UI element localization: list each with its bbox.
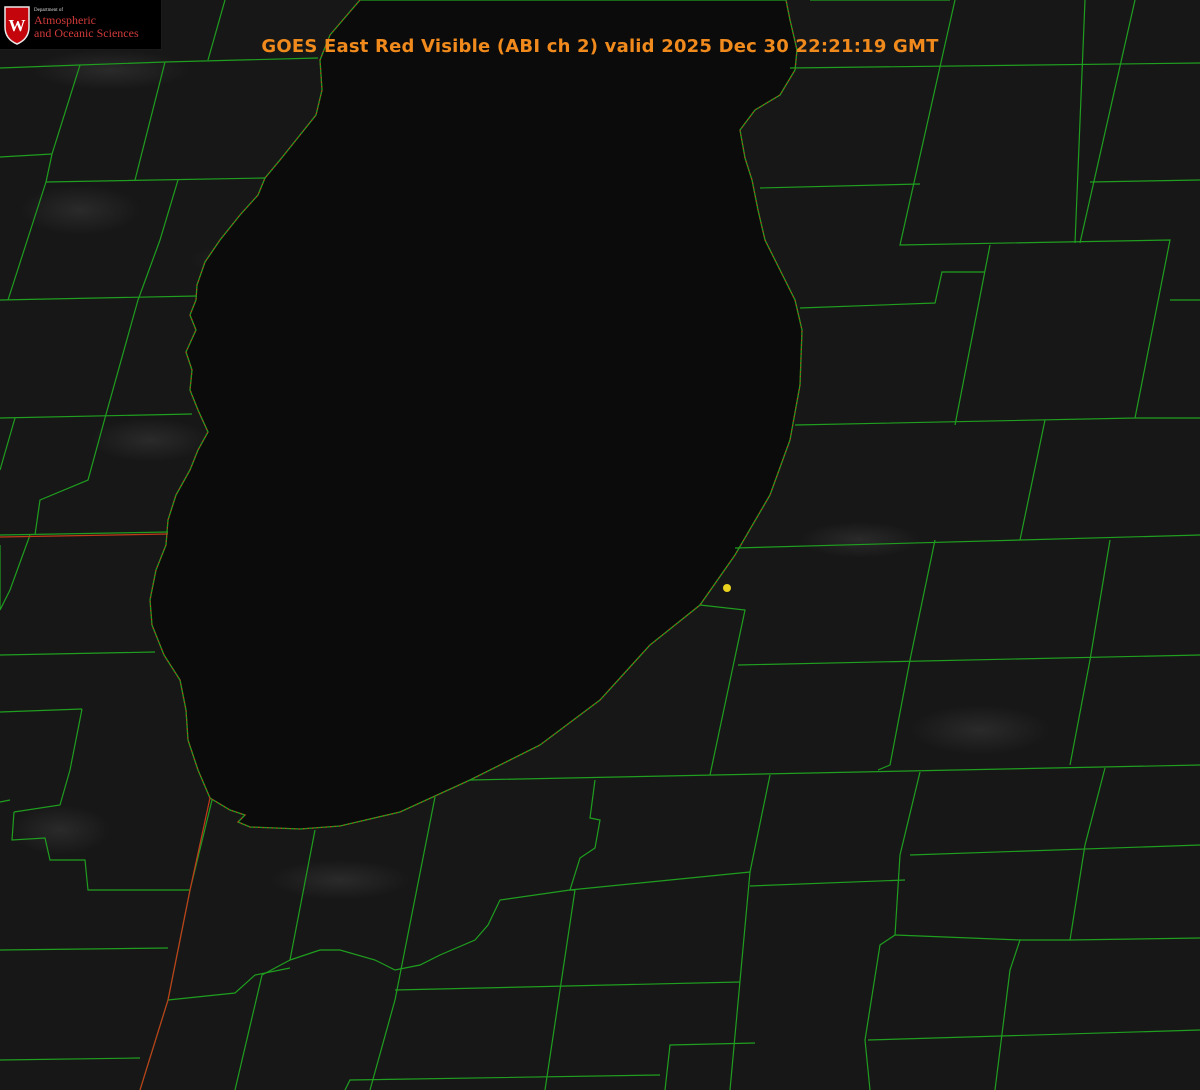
station-marker: [723, 584, 731, 592]
image-title: GOES East Red Visible (ABI ch 2) valid 2…: [261, 36, 939, 57]
logo-line-1: Atmospheric: [34, 13, 96, 27]
svg-text:W: W: [9, 16, 26, 35]
satellite-map: [0, 0, 1200, 1090]
